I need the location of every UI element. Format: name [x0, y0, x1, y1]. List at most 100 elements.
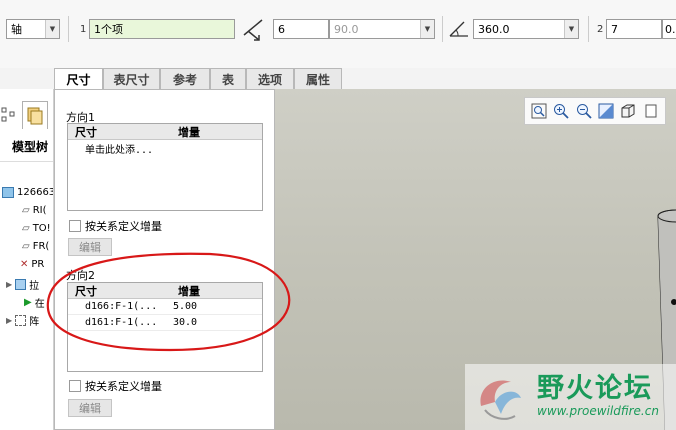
- tree-item-datum-right[interactable]: ⏥ RI(: [22, 205, 47, 216]
- watermark-title: 野火论坛: [537, 373, 653, 404]
- dimension1-value: 6: [278, 22, 285, 36]
- toolbar-separator: [442, 16, 443, 42]
- tab-table-dimensions[interactable]: 表尺寸: [103, 68, 160, 89]
- view-more-icon[interactable]: [641, 101, 661, 121]
- chevron-down-icon[interactable]: ▼: [45, 20, 59, 38]
- direction2-number: 2: [597, 24, 604, 35]
- tree-item-label: PR: [31, 259, 45, 270]
- graphics-viewport[interactable]: 野火论坛 www.proewildfire.cn: [275, 89, 676, 430]
- model-tree-panel: 模型树 126663 ⏥ RI( ⏥ TO! ⏥ FR( ✕ PR ▶ 拉 ▶ …: [0, 89, 54, 430]
- direction2-edit-button[interactable]: 编辑: [68, 399, 112, 417]
- expand-arrow-icon[interactable]: ▶: [6, 316, 12, 325]
- view-toolbar: [524, 97, 666, 125]
- watermark-logo: [480, 380, 521, 420]
- direction1-number: 1: [80, 24, 87, 35]
- model-tree-tab-icon[interactable]: [22, 101, 48, 129]
- direction1-members-field[interactable]: 1个项: [89, 19, 235, 39]
- row-increment: 5.00: [173, 301, 198, 312]
- tree-item-pattern[interactable]: ▶ 阵: [6, 313, 39, 328]
- tree-item-label: 在: [34, 299, 45, 310]
- direction1-relation-label: 按关系定义增量: [85, 220, 162, 233]
- zoom-out-icon[interactable]: [574, 101, 594, 121]
- tree-item-label: RI(: [32, 205, 47, 216]
- dimension1-combo[interactable]: 90.0 ▼: [329, 19, 435, 39]
- tree-item-insert-here[interactable]: ▶ 在: [24, 295, 45, 310]
- column-header-dimension: 尺寸: [75, 125, 97, 139]
- chevron-down-icon[interactable]: ▼: [420, 20, 434, 38]
- tree-item-label: 阵: [29, 317, 40, 328]
- add-item-placeholder: 单击此处添...: [85, 144, 154, 156]
- layer-tree-icon[interactable]: [0, 105, 18, 125]
- repaint-icon[interactable]: [596, 101, 616, 121]
- direction2-relation-option[interactable]: 按关系定义增量: [69, 378, 162, 394]
- tree-item-label: FR(: [32, 241, 50, 252]
- model-tree-header: 模型树: [12, 140, 49, 154]
- tab-table[interactable]: 表: [210, 68, 246, 89]
- direction2-title: 方向2: [66, 269, 95, 282]
- tree-item-datum-top[interactable]: ⏥ TO!: [22, 223, 51, 234]
- shading-icon[interactable]: [618, 101, 638, 121]
- datum-plane-icon: ⏥: [22, 205, 30, 216]
- dimension-handle-icon[interactable]: [671, 299, 676, 305]
- table-header: 尺寸 增量: [68, 283, 262, 299]
- angle-combo-value: 360.0: [478, 22, 510, 36]
- row-increment: 30.0: [173, 317, 198, 328]
- direction1-edit-button[interactable]: 编辑: [68, 238, 112, 256]
- add-item-placeholder-row[interactable]: 单击此处添...: [68, 140, 262, 156]
- tree-item-label: 126663: [17, 187, 54, 198]
- direction1-relation-checkbox[interactable]: [69, 220, 81, 232]
- column-header-increment: 增量: [178, 284, 200, 298]
- chevron-down-icon[interactable]: ▼: [564, 20, 578, 38]
- dimension2-combo[interactable]: 0.: [662, 19, 676, 39]
- tab-properties[interactable]: 属性: [294, 68, 342, 89]
- angle-combo[interactable]: 360.0 ▼: [473, 19, 579, 39]
- direction2-relation-label: 按关系定义增量: [85, 380, 162, 393]
- tree-item-root[interactable]: 126663: [2, 187, 54, 198]
- row-dimension: d161:F-1(...: [85, 317, 158, 328]
- expand-arrow-icon[interactable]: ▶: [6, 280, 12, 289]
- dimension1-combo-value: 90.0: [334, 22, 359, 36]
- toolbar-separator: [588, 16, 589, 42]
- dimension1-input[interactable]: 6: [273, 19, 329, 39]
- refit-icon[interactable]: [529, 101, 549, 121]
- direction-flip-icon[interactable]: [242, 17, 266, 41]
- coordinate-system-icon: ✕: [20, 259, 29, 270]
- direction2-relation-checkbox[interactable]: [69, 380, 81, 392]
- extrude-icon: [15, 279, 27, 290]
- table-header: 尺寸 增量: [68, 124, 262, 140]
- tree-item-label: TO!: [32, 223, 51, 234]
- tree-item-label: 拉: [29, 281, 40, 292]
- datum-plane-icon: ⏥: [22, 241, 30, 252]
- direction1-table[interactable]: 尺寸 增量 单击此处添...: [67, 123, 263, 211]
- direction1-relation-option[interactable]: 按关系定义增量: [69, 218, 162, 234]
- tab-references[interactable]: 参考: [160, 68, 210, 89]
- row-dimension: d166:F-1(...: [85, 301, 158, 312]
- tab-dimensions[interactable]: 尺寸: [54, 68, 103, 90]
- tab-options[interactable]: 选项: [246, 68, 294, 89]
- dimensions-panel: 方向1 尺寸 增量 单击此处添... 按关系定义增量 编辑 方向2 尺寸 增量 …: [54, 89, 275, 430]
- column-header-dimension: 尺寸: [75, 284, 97, 298]
- tree-item-csys[interactable]: ✕ PR: [20, 259, 44, 270]
- tree-divider: [0, 161, 53, 162]
- column-header-increment: 增量: [178, 125, 200, 139]
- datum-plane-icon: ⏥: [22, 223, 30, 234]
- direction2-table[interactable]: 尺寸 增量 d166:F-1(... 5.00 d161:F-1(... 30.…: [67, 282, 263, 372]
- table-row[interactable]: d166:F-1(... 5.00: [68, 299, 262, 315]
- angle-icon: [448, 18, 470, 40]
- direction1-members-text: 1个项: [94, 23, 123, 36]
- pattern-icon: [15, 315, 27, 326]
- tree-item-extrude[interactable]: ▶ 拉: [6, 277, 39, 292]
- axis-select-value: 轴: [11, 23, 22, 36]
- axis-select[interactable]: 轴 ▼: [6, 19, 60, 39]
- part-icon: [2, 187, 14, 198]
- watermark: 野火论坛 www.proewildfire.cn: [465, 364, 676, 430]
- toolbar-separator: [68, 16, 69, 42]
- table-row[interactable]: d161:F-1(... 30.0: [68, 315, 262, 331]
- zoom-in-icon[interactable]: [551, 101, 571, 121]
- dimension2-input[interactable]: 7: [606, 19, 662, 39]
- watermark-url: www.proewildfire.cn: [537, 404, 659, 418]
- tree-item-datum-front[interactable]: ⏥ FR(: [22, 241, 49, 252]
- dimension2-value: 7: [611, 22, 618, 36]
- dimension2-combo-value: 0.: [665, 22, 676, 36]
- insert-here-icon: ▶: [24, 297, 32, 308]
